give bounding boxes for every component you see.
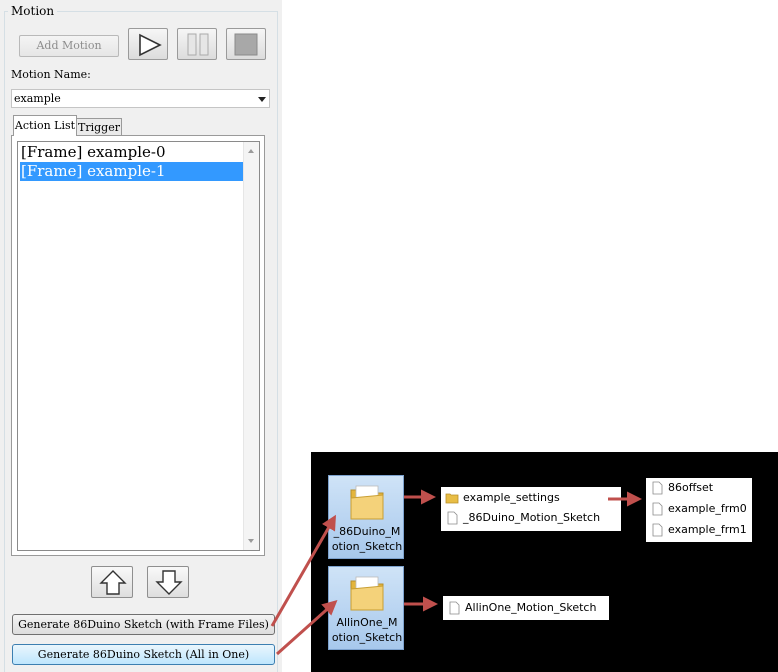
arrow-down-icon <box>155 570 183 595</box>
folder-caption: AllinOne_M otion_Sketch <box>331 616 403 644</box>
file-icon <box>447 511 458 525</box>
folder-caption: _86Duino_M otion_Sketch <box>331 525 403 553</box>
tab-trigger[interactable]: Trigger <box>77 118 122 136</box>
scroll-down-icon[interactable] <box>248 539 254 543</box>
stop-button[interactable] <box>226 28 266 60</box>
play-button[interactable] <box>128 28 168 60</box>
motion-group-title: Motion <box>8 4 58 18</box>
chevron-down-icon <box>258 97 266 102</box>
folder1-contents: example_settings _86Duino_Motion_Sketch <box>441 487 621 531</box>
list-item-selected[interactable]: [Frame] example-1 <box>20 162 244 181</box>
scroll-up-icon[interactable] <box>248 149 254 153</box>
file-explorer-illustration: _86Duino_M otion_Sketch AllinOne_M otion… <box>311 452 778 672</box>
tab-action-list[interactable]: Action List <box>13 115 77 136</box>
action-listbox[interactable]: [Frame] example-0 [Frame] example-1 <box>17 141 260 551</box>
file-icon <box>652 523 663 537</box>
stop-icon <box>234 33 258 56</box>
file-label: AllinOne_Motion_Sketch <box>465 601 597 614</box>
folder-icon <box>350 576 384 611</box>
folder-allinone-motion-sketch[interactable]: AllinOne_M otion_Sketch <box>328 566 404 650</box>
list-scrollbar[interactable] <box>243 142 259 550</box>
file-label: _86Duino_Motion_Sketch <box>463 511 601 524</box>
folder-icon <box>350 485 384 520</box>
move-up-button[interactable] <box>91 566 133 598</box>
file-icon <box>652 481 663 495</box>
folder-86duino-motion-sketch[interactable]: _86Duino_M otion_Sketch <box>328 475 404 559</box>
generate-with-frames-button[interactable]: Generate 86Duino Sketch (with Frame File… <box>12 614 275 635</box>
motion-name-combobox[interactable]: example <box>11 89 270 108</box>
motion-name-value: example <box>14 92 61 105</box>
motion-name-label: Motion Name: <box>11 68 91 81</box>
file-icon <box>652 502 663 516</box>
file-icon <box>449 601 460 615</box>
list-item[interactable]: [Frame] example-0 <box>20 143 244 162</box>
file-label: example_settings <box>463 491 560 504</box>
folder-icon <box>445 493 459 504</box>
file-label: 86offset <box>668 481 714 494</box>
file-label: example_frm0 <box>668 502 747 515</box>
add-motion-button[interactable]: Add Motion <box>19 35 119 57</box>
move-down-button[interactable] <box>147 566 189 598</box>
play-icon <box>139 33 162 57</box>
generate-all-in-one-button[interactable]: Generate 86Duino Sketch (All in One) <box>12 644 275 665</box>
settings-contents: 86offset example_frm0 example_frm1 <box>646 478 752 542</box>
pause-icon <box>187 33 209 56</box>
arrow-up-icon <box>99 570 127 595</box>
motion-panel: Motion Add Motion Motion Name: example A… <box>0 0 282 672</box>
pause-button[interactable] <box>177 28 217 60</box>
file-label: example_frm1 <box>668 523 747 536</box>
folder2-contents: AllinOne_Motion_Sketch <box>443 596 609 620</box>
